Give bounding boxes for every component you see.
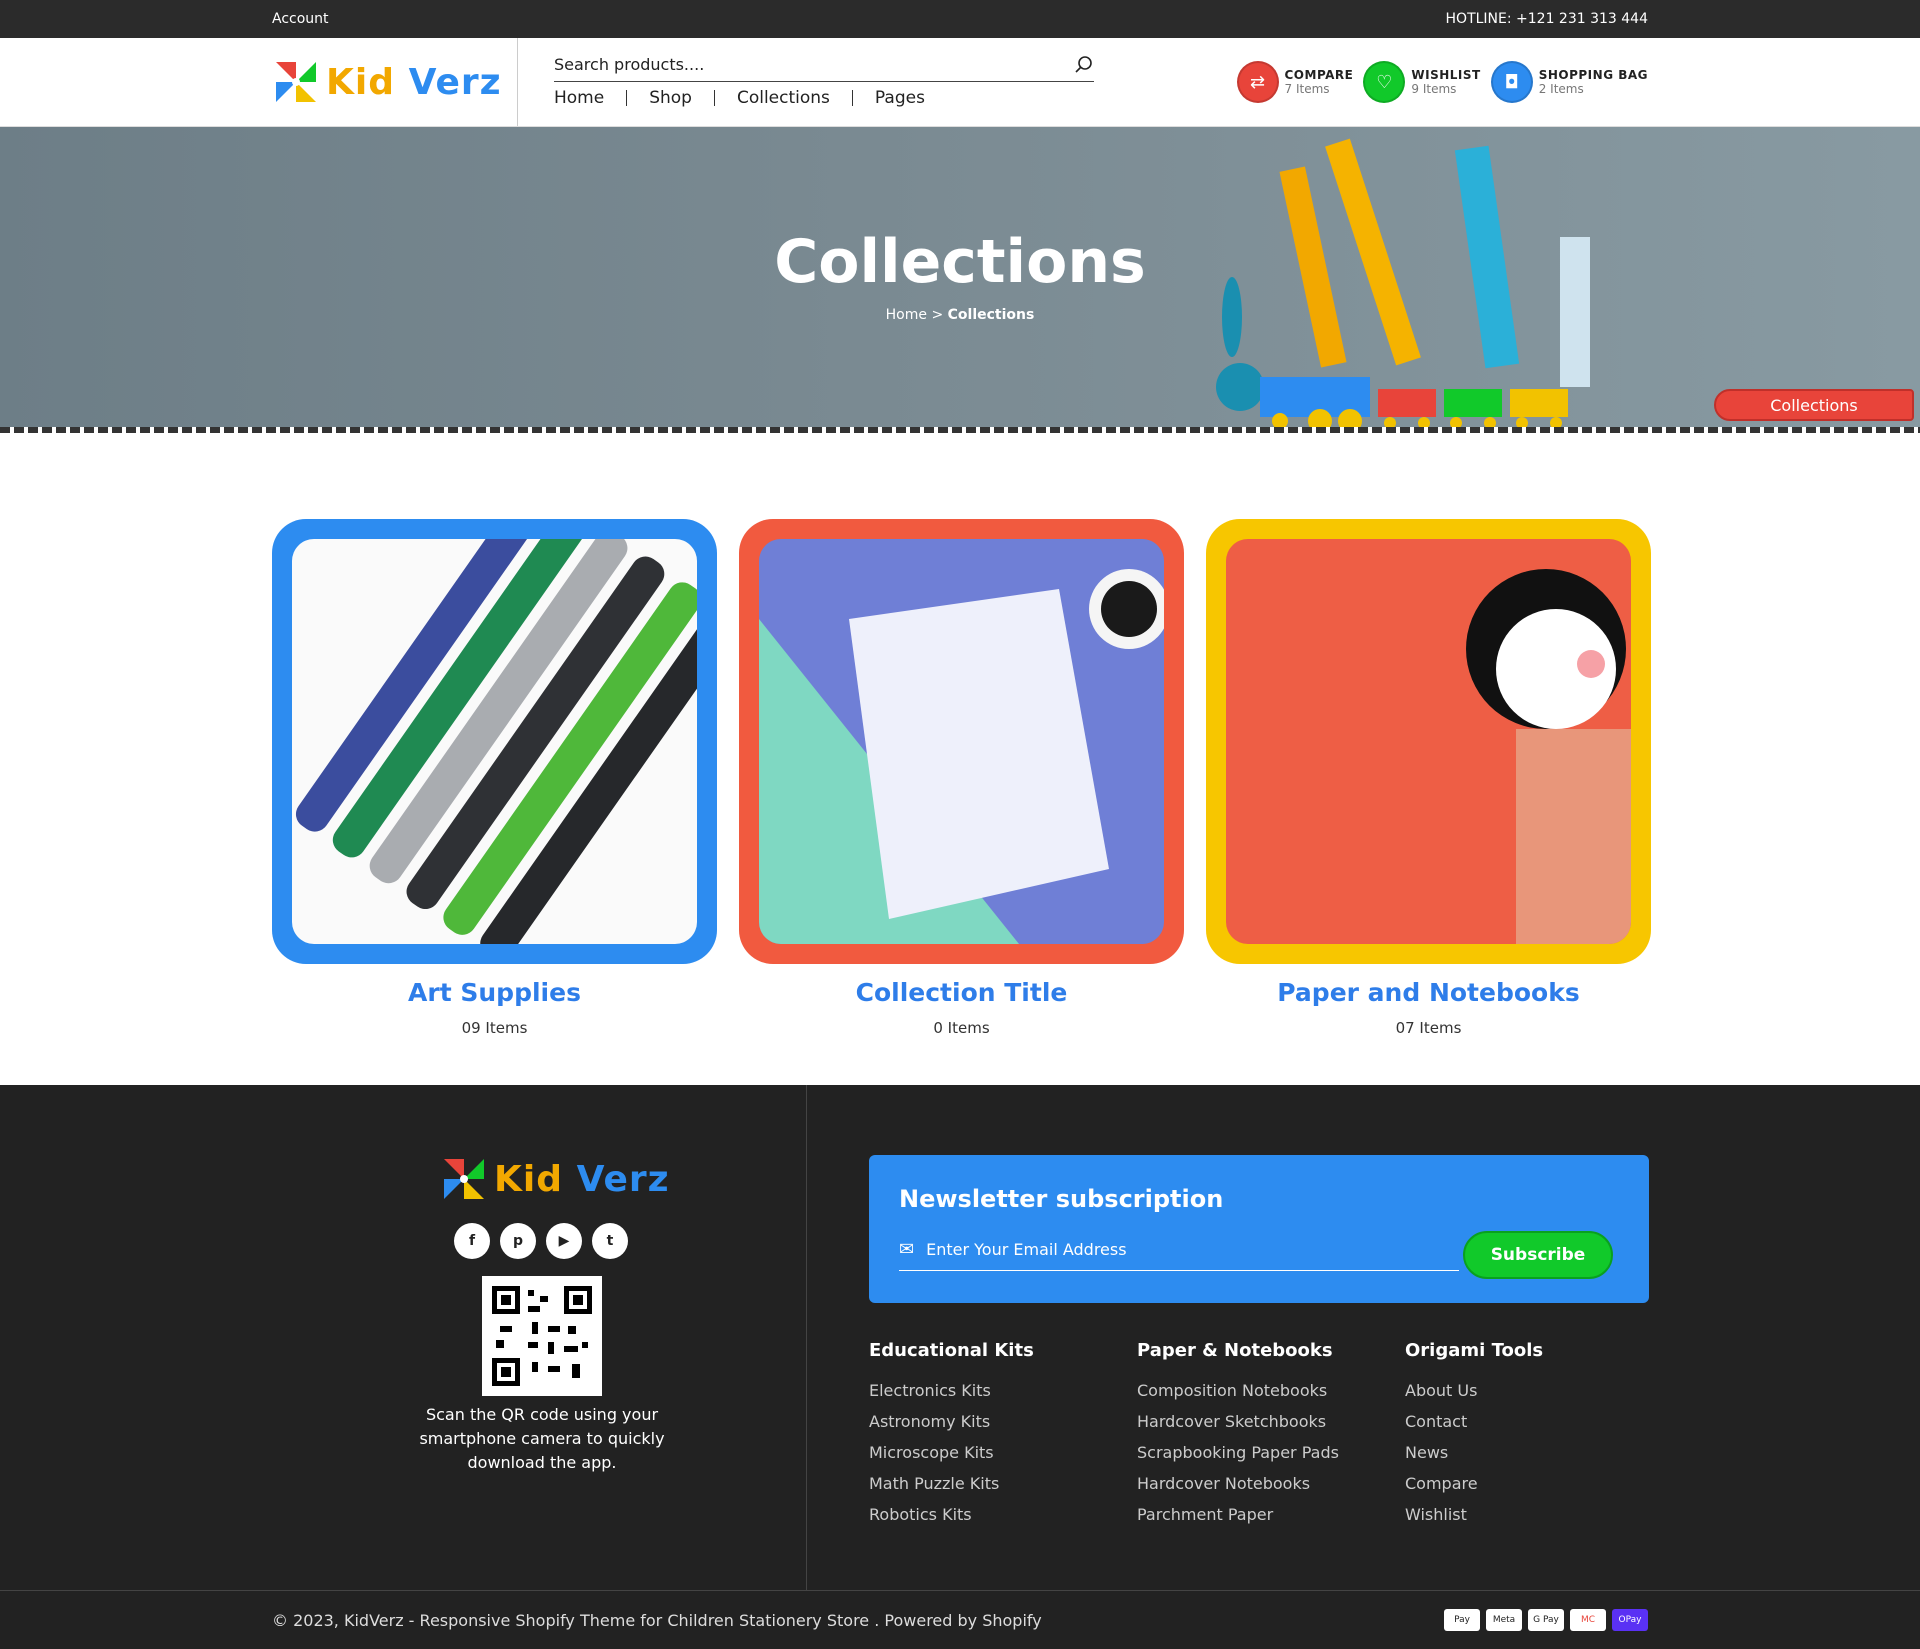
collection-title[interactable]: Art Supplies — [272, 978, 717, 1007]
nav-shop[interactable]: Shop — [626, 90, 714, 107]
nav-collections[interactable]: Collections — [713, 90, 852, 107]
kid-illustration-image — [1226, 539, 1631, 944]
footer-link[interactable]: Math Puzzle Kits — [869, 1474, 1137, 1493]
shopping-bag-button[interactable]: ◘ SHOPPING BAG 2 Items — [1490, 61, 1648, 103]
footer-col-paper-notebooks: Paper & Notebooks Composition Notebooks … — [1137, 1340, 1405, 1536]
footer-logo[interactable]: Kid Verz — [440, 1155, 670, 1203]
footer-link[interactable]: Scrapbooking Paper Pads — [1137, 1443, 1405, 1462]
chevron-right-icon: > — [931, 307, 944, 323]
footer-link[interactable]: Astronomy Kits — [869, 1412, 1137, 1431]
nav-pages[interactable]: Pages — [851, 90, 947, 107]
compare-button[interactable]: ⇄ COMPARE 7 Items — [1236, 61, 1354, 103]
footer-link[interactable]: Hardcover Sketchbooks — [1137, 1412, 1405, 1431]
bag-icon: ◘ — [1490, 61, 1533, 103]
footer-link[interactable]: Electronics Kits — [869, 1381, 1137, 1400]
footer-left: Kid Verz f p ▶ t Scan the QR code using … — [0, 1085, 807, 1590]
email-field[interactable] — [926, 1240, 1427, 1259]
footer-link[interactable]: News — [1405, 1443, 1673, 1462]
logo-text: Kid Verz — [494, 1158, 670, 1200]
collections-grid: Art Supplies 09 Items Collection Title 0… — [0, 433, 1920, 1037]
footer-col-origami-tools: Origami Tools About Us Contact News Comp… — [1405, 1340, 1673, 1536]
collection-image-frame[interactable] — [272, 519, 717, 964]
collection-title[interactable]: Collection Title — [739, 978, 1184, 1007]
newsletter-box: Newsletter subscription ✉ Subscribe — [869, 1155, 1649, 1303]
social-links: f p ▶ t — [454, 1223, 628, 1259]
nav-home[interactable]: Home — [554, 90, 626, 107]
search-input[interactable] — [554, 55, 1034, 74]
mail-icon: ✉ — [899, 1239, 915, 1260]
footer-link[interactable]: Wishlist — [1405, 1505, 1673, 1524]
wishlist-button[interactable]: ♡ WISHLIST 9 Items — [1363, 61, 1480, 103]
newsletter-form: ✉ Subscribe — [899, 1231, 1619, 1279]
collection-count: 07 Items — [1395, 1019, 1462, 1037]
apple-pay-icon: Pay — [1444, 1609, 1480, 1631]
mastercard-icon: MC — [1570, 1609, 1606, 1631]
payment-icons: Pay Meta G Pay MC OPay — [1444, 1609, 1648, 1631]
google-pay-icon: G Pay — [1528, 1609, 1564, 1631]
main-nav: Home Shop Collections Pages — [554, 90, 1098, 107]
collections-tag: Collections — [1714, 389, 1914, 421]
qr-description: Scan the QR code using your smartphone c… — [419, 1405, 665, 1472]
meta-pay-icon: Meta — [1486, 1609, 1522, 1631]
pinwheel-icon — [276, 62, 316, 102]
compare-icon: ⇄ — [1236, 61, 1279, 103]
search-icon[interactable] — [1074, 55, 1094, 75]
youtube-icon[interactable]: ▶ — [546, 1223, 582, 1259]
collection-title[interactable]: Paper and Notebooks — [1206, 978, 1651, 1007]
breadcrumb-home[interactable]: Home — [886, 307, 927, 323]
email-field-wrap: ✉ — [899, 1239, 1459, 1271]
footer-col-title: Educational Kits — [869, 1340, 1034, 1361]
pens-image — [292, 519, 717, 961]
site-logo[interactable]: Kid Verz — [272, 58, 502, 106]
site-footer: Kid Verz f p ▶ t Scan the QR code using … — [0, 1085, 1920, 1649]
newsletter-title: Newsletter subscription — [899, 1185, 1224, 1213]
collection-image-frame[interactable] — [1206, 519, 1651, 964]
search-bar — [554, 48, 1094, 82]
heart-icon: ♡ — [1363, 61, 1406, 103]
copyright-text: © 2023, KidVerz - Responsive Shopify The… — [272, 1610, 1042, 1630]
collection-count: 09 Items — [461, 1019, 528, 1037]
footer-col-title: Origami Tools — [1405, 1340, 1544, 1361]
train-illustration — [1260, 377, 1568, 433]
site-header: Kid Verz Home Shop Collections Pages ⇄ C… — [0, 38, 1920, 127]
footer-link[interactable]: Microscope Kits — [869, 1443, 1137, 1462]
notebook-image — [759, 539, 1169, 944]
footer-link[interactable]: Parchment Paper — [1137, 1505, 1405, 1524]
footer-columns: Educational Kits Electronics Kits Astron… — [869, 1340, 1673, 1536]
train-track — [0, 427, 1920, 433]
facebook-icon[interactable]: f — [454, 1223, 490, 1259]
breadcrumb-current: Collections — [947, 307, 1035, 323]
logo-area: Kid Verz — [0, 38, 518, 126]
footer-bottom: © 2023, KidVerz - Responsive Shopify The… — [0, 1590, 1920, 1649]
breadcrumb: Home > Collections — [0, 307, 1920, 323]
logo-text: Kid Verz — [326, 61, 502, 103]
header-actions: ⇄ COMPARE 7 Items ♡ WISHLIST 9 Items ◘ SHO… — [1236, 61, 1649, 103]
page-title: Collections — [774, 227, 1146, 297]
footer-col-title: Paper & Notebooks — [1137, 1340, 1333, 1361]
header-center: Home Shop Collections Pages — [518, 38, 1098, 126]
footer-link[interactable]: Contact — [1405, 1412, 1673, 1431]
shop-pay-icon: OPay — [1612, 1609, 1648, 1631]
account-link[interactable]: Account — [272, 11, 329, 27]
twitter-icon[interactable]: t — [592, 1223, 628, 1259]
collection-image-frame[interactable] — [739, 519, 1184, 964]
collection-card[interactable]: Collection Title 0 Items — [739, 519, 1184, 1037]
qr-code — [482, 1276, 602, 1396]
footer-link[interactable]: Robotics Kits — [869, 1505, 1137, 1524]
collection-card[interactable]: Paper and Notebooks 07 Items — [1206, 519, 1651, 1037]
collection-card[interactable]: Art Supplies 09 Items — [272, 519, 717, 1037]
collection-count: 0 Items — [933, 1019, 990, 1037]
pinwheel-icon — [444, 1159, 484, 1199]
page-hero: Collections Home > Collections Collectio… — [0, 127, 1920, 433]
pinterest-icon[interactable]: p — [500, 1223, 536, 1259]
footer-link[interactable]: Composition Notebooks — [1137, 1381, 1405, 1400]
hotline-text: HOTLINE: +121 231 313 444 — [1445, 11, 1648, 27]
top-bar: Account HOTLINE: +121 231 313 444 — [0, 0, 1920, 38]
subscribe-button[interactable]: Subscribe — [1463, 1231, 1613, 1279]
footer-link[interactable]: Compare — [1405, 1474, 1673, 1493]
footer-col-educational-kits: Educational Kits Electronics Kits Astron… — [869, 1340, 1137, 1536]
footer-link[interactable]: About Us — [1405, 1381, 1673, 1400]
footer-link[interactable]: Hardcover Notebooks — [1137, 1474, 1405, 1493]
